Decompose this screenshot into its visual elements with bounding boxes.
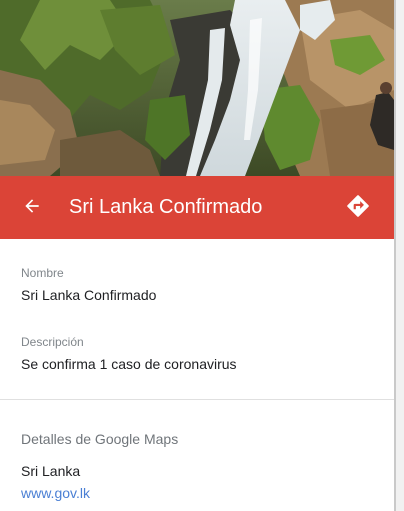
google-maps-details-heading: Detalles de Google Maps [21, 431, 179, 447]
name-value: Sri Lanka Confirmado [21, 287, 157, 303]
description-value: Se confirma 1 caso de coronavirus [21, 356, 237, 372]
place-location: Sri Lanka [21, 463, 81, 479]
place-header: Sri Lanka Confirmado [0, 176, 394, 239]
directions-button[interactable] [340, 188, 376, 224]
place-title: Sri Lanka Confirmado [69, 196, 263, 218]
name-label: Nombre [21, 266, 64, 280]
waterfall-photo [0, 0, 394, 176]
website-link[interactable]: www.gov.lk [21, 485, 90, 501]
directions-icon [347, 195, 369, 217]
description-label: Descripción [21, 335, 84, 349]
arrow-back-icon [25, 199, 39, 213]
section-divider [0, 399, 394, 400]
place-details-panel: Sri Lanka Confirmado Nombre Sri Lanka Co… [0, 0, 394, 511]
place-photo[interactable] [0, 0, 394, 176]
scrollbar-edge [394, 0, 396, 511]
back-button[interactable] [14, 188, 50, 224]
